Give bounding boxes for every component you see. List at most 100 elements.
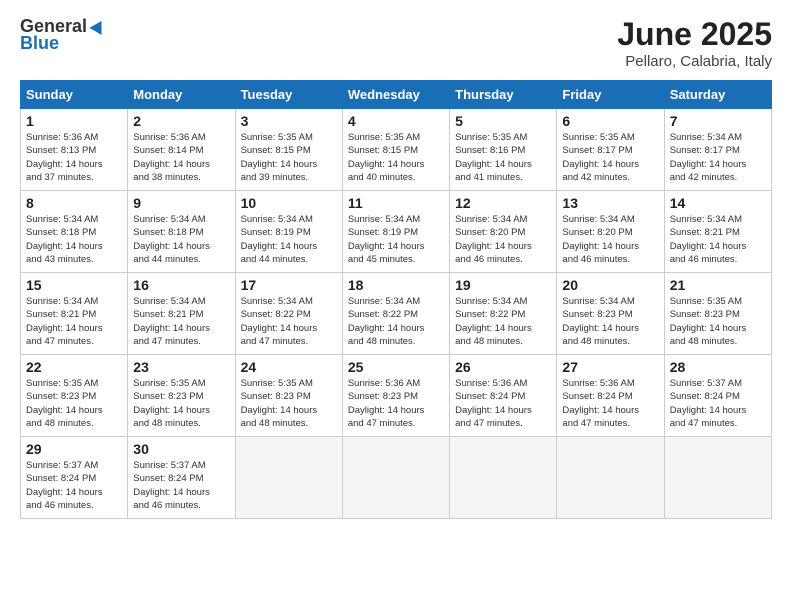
day-info: Sunrise: 5:35 AM Sunset: 8:15 PM Dayligh… bbox=[241, 131, 337, 184]
day-cell-18: 18 Sunrise: 5:34 AM Sunset: 8:22 PM Dayli… bbox=[342, 273, 449, 355]
day-info: Sunrise: 5:34 AM Sunset: 8:20 PM Dayligh… bbox=[562, 213, 658, 266]
day-info: Sunrise: 5:34 AM Sunset: 8:20 PM Dayligh… bbox=[455, 213, 551, 266]
day-info: Sunrise: 5:35 AM Sunset: 8:23 PM Dayligh… bbox=[670, 295, 766, 348]
day-cell-20: 20 Sunrise: 5:34 AM Sunset: 8:23 PM Dayli… bbox=[557, 273, 664, 355]
day-cell-25: 25 Sunrise: 5:36 AM Sunset: 8:23 PM Dayli… bbox=[342, 355, 449, 437]
day-cell-8: 8Sunrise: 5:34 AM Sunset: 8:18 PM Daylig… bbox=[21, 191, 128, 273]
day-number: 10 bbox=[241, 195, 337, 211]
day-info: Sunrise: 5:35 AM Sunset: 8:23 PM Dayligh… bbox=[241, 377, 337, 430]
day-cell-23: 23Sunrise: 5:35 AM Sunset: 8:23 PM Dayli… bbox=[128, 355, 235, 437]
day-cell-26: 26Sunrise: 5:36 AM Sunset: 8:24 PM Dayli… bbox=[450, 355, 557, 437]
day-info: Sunrise: 5:34 AM Sunset: 8:22 PM Dayligh… bbox=[241, 295, 337, 348]
day-cell-24: 24 Sunrise: 5:35 AM Sunset: 8:23 PM Dayli… bbox=[235, 355, 342, 437]
day-number: 2 bbox=[133, 113, 229, 129]
day-cell-30: 30 Sunrise: 5:37 AM Sunset: 8:24 PM Dayli… bbox=[128, 437, 235, 519]
day-cell-17: 17 Sunrise: 5:34 AM Sunset: 8:22 PM Dayli… bbox=[235, 273, 342, 355]
day-number: 3 bbox=[241, 113, 337, 129]
day-info: Sunrise: 5:35 AM Sunset: 8:15 PM Dayligh… bbox=[348, 131, 444, 184]
week-row-1: 1 Sunrise: 5:36 AM Sunset: 8:13 PM Daylig… bbox=[21, 109, 772, 191]
header: General Blue June 2025 Pellaro, Calabria… bbox=[20, 16, 772, 70]
day-info: Sunrise: 5:34 AM Sunset: 8:19 PM Dayligh… bbox=[348, 213, 444, 266]
day-number: 25 bbox=[348, 359, 444, 375]
week-row-2: 8 Sunrise: 5:34 AM Sunset: 8:18 PM Daylig… bbox=[21, 191, 772, 273]
day-number: 23 bbox=[133, 359, 229, 375]
day-info: Sunrise: 5:34 AM Sunset: 8:23 PM Dayligh… bbox=[562, 295, 658, 348]
day-number: 30 bbox=[133, 441, 229, 457]
week-row-3: 15 Sunrise: 5:34 AM Sunset: 8:21 PM Dayli… bbox=[21, 273, 772, 355]
day-info: Sunrise: 5:34 AM Sunset: 8:21 PM Dayligh… bbox=[670, 213, 766, 266]
day-cell-28: 28 Sunrise: 5:37 AM Sunset: 8:24 PM Dayli… bbox=[664, 355, 771, 437]
weekday-friday: Friday bbox=[557, 81, 664, 109]
empty-cell bbox=[664, 437, 771, 519]
day-info: Sunrise: 5:34 AM Sunset: 8:21 PM Dayligh… bbox=[133, 295, 229, 348]
day-number: 17 bbox=[241, 277, 337, 293]
day-cell-19: 19 Sunrise: 5:34 AM Sunset: 8:22 PM Dayli… bbox=[450, 273, 557, 355]
day-number: 19 bbox=[455, 277, 551, 293]
day-info: Sunrise: 5:37 AM Sunset: 8:24 PM Dayligh… bbox=[670, 377, 766, 430]
day-cell-3: 3 Sunrise: 5:35 AM Sunset: 8:15 PM Daylig… bbox=[235, 109, 342, 191]
week-row-4: 22Sunrise: 5:35 AM Sunset: 8:23 PM Dayli… bbox=[21, 355, 772, 437]
day-info: Sunrise: 5:37 AM Sunset: 8:24 PM Dayligh… bbox=[133, 459, 229, 512]
day-number: 28 bbox=[670, 359, 766, 375]
day-number: 26 bbox=[455, 359, 551, 375]
day-number: 11 bbox=[348, 195, 444, 211]
day-number: 12 bbox=[455, 195, 551, 211]
weekday-saturday: Saturday bbox=[664, 81, 771, 109]
day-cell-27: 27Sunrise: 5:36 AM Sunset: 8:24 PM Dayli… bbox=[557, 355, 664, 437]
day-cell-1: 1 Sunrise: 5:36 AM Sunset: 8:13 PM Daylig… bbox=[21, 109, 128, 191]
day-info: Sunrise: 5:34 AM Sunset: 8:22 PM Dayligh… bbox=[348, 295, 444, 348]
day-info: Sunrise: 5:36 AM Sunset: 8:14 PM Dayligh… bbox=[133, 131, 229, 184]
day-cell-4: 4 Sunrise: 5:35 AM Sunset: 8:15 PM Daylig… bbox=[342, 109, 449, 191]
day-info: Sunrise: 5:34 AM Sunset: 8:22 PM Dayligh… bbox=[455, 295, 551, 348]
day-number: 18 bbox=[348, 277, 444, 293]
day-number: 20 bbox=[562, 277, 658, 293]
weekday-wednesday: Wednesday bbox=[342, 81, 449, 109]
day-number: 29 bbox=[26, 441, 122, 457]
day-number: 8 bbox=[26, 195, 122, 211]
day-number: 6 bbox=[562, 113, 658, 129]
weekday-tuesday: Tuesday bbox=[235, 81, 342, 109]
day-cell-10: 10 Sunrise: 5:34 AM Sunset: 8:19 PM Dayli… bbox=[235, 191, 342, 273]
day-info: Sunrise: 5:36 AM Sunset: 8:23 PM Dayligh… bbox=[348, 377, 444, 430]
logo-blue: Blue bbox=[20, 33, 59, 54]
day-number: 1 bbox=[26, 113, 122, 129]
empty-cell bbox=[342, 437, 449, 519]
page: General Blue June 2025 Pellaro, Calabria… bbox=[0, 0, 792, 612]
day-info: Sunrise: 5:34 AM Sunset: 8:18 PM Dayligh… bbox=[133, 213, 229, 266]
day-info: Sunrise: 5:34 AM Sunset: 8:17 PM Dayligh… bbox=[670, 131, 766, 184]
day-number: 21 bbox=[670, 277, 766, 293]
day-number: 13 bbox=[562, 195, 658, 211]
day-cell-12: 12 Sunrise: 5:34 AM Sunset: 8:20 PM Dayli… bbox=[450, 191, 557, 273]
day-number: 4 bbox=[348, 113, 444, 129]
logo: General Blue bbox=[20, 16, 109, 54]
empty-cell bbox=[557, 437, 664, 519]
day-info: Sunrise: 5:35 AM Sunset: 8:17 PM Dayligh… bbox=[562, 131, 658, 184]
location-title: Pellaro, Calabria, Italy bbox=[617, 53, 772, 70]
day-info: Sunrise: 5:36 AM Sunset: 8:13 PM Dayligh… bbox=[26, 131, 122, 184]
day-info: Sunrise: 5:37 AM Sunset: 8:24 PM Dayligh… bbox=[26, 459, 122, 512]
day-number: 27 bbox=[562, 359, 658, 375]
logo-icon bbox=[89, 18, 107, 36]
day-number: 9 bbox=[133, 195, 229, 211]
day-cell-6: 6 Sunrise: 5:35 AM Sunset: 8:17 PM Daylig… bbox=[557, 109, 664, 191]
weekday-monday: Monday bbox=[128, 81, 235, 109]
weekday-header-row: SundayMondayTuesdayWednesdayThursdayFrid… bbox=[21, 81, 772, 109]
day-cell-29: 29 Sunrise: 5:37 AM Sunset: 8:24 PM Dayli… bbox=[21, 437, 128, 519]
day-cell-2: 2 Sunrise: 5:36 AM Sunset: 8:14 PM Daylig… bbox=[128, 109, 235, 191]
day-number: 24 bbox=[241, 359, 337, 375]
day-cell-7: 7Sunrise: 5:34 AM Sunset: 8:17 PM Daylig… bbox=[664, 109, 771, 191]
weekday-sunday: Sunday bbox=[21, 81, 128, 109]
title-section: June 2025 Pellaro, Calabria, Italy bbox=[617, 16, 772, 70]
month-title: June 2025 bbox=[617, 16, 772, 53]
day-cell-9: 9 Sunrise: 5:34 AM Sunset: 8:18 PM Daylig… bbox=[128, 191, 235, 273]
day-number: 16 bbox=[133, 277, 229, 293]
day-cell-16: 16 Sunrise: 5:34 AM Sunset: 8:21 PM Dayli… bbox=[128, 273, 235, 355]
day-cell-11: 11 Sunrise: 5:34 AM Sunset: 8:19 PM Dayli… bbox=[342, 191, 449, 273]
day-number: 15 bbox=[26, 277, 122, 293]
calendar-table: SundayMondayTuesdayWednesdayThursdayFrid… bbox=[20, 80, 772, 519]
weekday-thursday: Thursday bbox=[450, 81, 557, 109]
day-number: 5 bbox=[455, 113, 551, 129]
day-info: Sunrise: 5:34 AM Sunset: 8:19 PM Dayligh… bbox=[241, 213, 337, 266]
empty-cell bbox=[450, 437, 557, 519]
day-cell-13: 13 Sunrise: 5:34 AM Sunset: 8:20 PM Dayli… bbox=[557, 191, 664, 273]
